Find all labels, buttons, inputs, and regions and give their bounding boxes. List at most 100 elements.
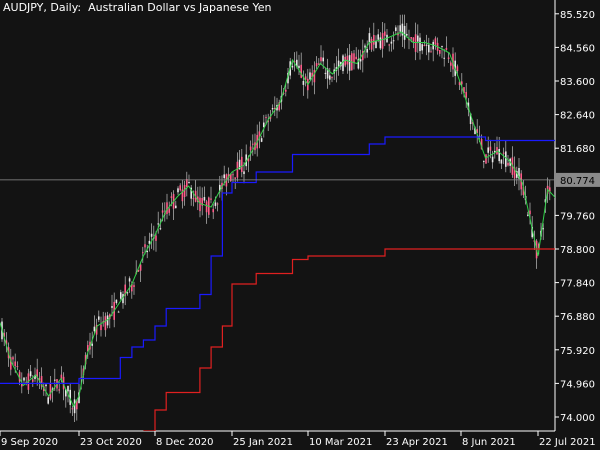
price-chart[interactable]: 85.520 84.560 83.600 82.640 81.680 79.760 78.8… xyxy=(0,0,600,450)
x-tick-label: 25 Jan 2021 xyxy=(233,437,293,448)
candle-body xyxy=(348,55,351,71)
y-tick-label: 75.920 xyxy=(560,346,595,357)
candle-body xyxy=(71,408,74,410)
candle-body xyxy=(260,138,263,142)
candle-body xyxy=(216,203,219,205)
candle-body xyxy=(324,72,327,74)
candle-body xyxy=(419,37,421,52)
candle-body xyxy=(285,89,287,92)
candle-body xyxy=(67,385,69,392)
candle-body xyxy=(392,40,395,42)
candle-body xyxy=(423,45,426,47)
candle-body xyxy=(54,379,56,381)
candle-body xyxy=(447,57,450,59)
candle-body xyxy=(128,278,131,282)
candle-body xyxy=(210,198,212,200)
candle-body xyxy=(465,91,467,98)
x-tick-label: 8 Jun 2021 xyxy=(462,437,516,448)
chart-title: AUDJPY, Daily: Australian Dollar vs Japa… xyxy=(3,1,272,14)
candle-body xyxy=(443,57,445,59)
candle-body xyxy=(498,149,500,162)
candle-body xyxy=(234,177,236,179)
candle-body xyxy=(23,377,25,381)
candle-body xyxy=(100,324,102,331)
candle-body xyxy=(199,197,201,212)
candle-body xyxy=(115,299,118,304)
candle-body xyxy=(104,316,107,331)
candle-body xyxy=(485,154,487,164)
candle-body xyxy=(155,235,157,241)
chart-window[interactable]: 85.520 84.560 83.600 82.640 81.680 79.760 78.8… xyxy=(0,0,600,450)
y-tick-label: 77.840 xyxy=(560,279,595,290)
candle-body xyxy=(456,66,459,72)
candle-body xyxy=(32,379,34,382)
candle-body xyxy=(505,151,507,167)
y-tick-label: 79.760 xyxy=(560,211,595,222)
candle-body xyxy=(417,35,419,42)
candle-body xyxy=(49,383,52,399)
candle-body xyxy=(379,37,382,49)
candle-body xyxy=(373,34,375,45)
candle-body xyxy=(381,33,384,49)
candle-body xyxy=(412,37,415,42)
candle-body xyxy=(16,365,19,367)
candle-body xyxy=(142,252,144,254)
candle-body xyxy=(157,223,159,225)
candle-body xyxy=(487,147,489,153)
candle-body xyxy=(430,51,432,53)
candle-body xyxy=(179,185,181,191)
candle-body xyxy=(188,181,190,183)
y-tick-label: 81.680 xyxy=(560,144,595,155)
candle-body xyxy=(527,214,529,216)
candle-body xyxy=(203,197,206,201)
current-price-label: 80.774 xyxy=(560,176,595,187)
x-tick-label: 23 Apr 2021 xyxy=(386,437,448,448)
candle-body xyxy=(150,233,153,237)
candle-body xyxy=(111,306,113,308)
candle-body xyxy=(390,41,393,44)
candle-body xyxy=(410,37,412,39)
candle-body xyxy=(331,77,333,79)
candle-body xyxy=(366,49,368,53)
y-tick-label: 82.640 xyxy=(560,111,595,122)
candle-body xyxy=(441,46,443,48)
candle-body xyxy=(14,361,16,367)
x-tick-label: 23 Oct 2020 xyxy=(80,437,142,448)
x-tick-label: 9 Sep 2020 xyxy=(1,437,58,448)
candle-body xyxy=(384,31,386,36)
x-tick-label: 10 Mar 2021 xyxy=(309,437,372,448)
candle-body xyxy=(425,44,428,46)
candle-body xyxy=(542,228,544,230)
candle-body xyxy=(414,34,417,52)
candle-body xyxy=(439,50,441,54)
candle-body xyxy=(300,64,302,78)
candle-body xyxy=(212,208,214,213)
candle-body xyxy=(353,53,355,64)
candle-body xyxy=(175,205,177,209)
candle-body xyxy=(265,117,267,119)
candle-body xyxy=(271,108,274,110)
candle-body xyxy=(170,196,173,198)
candle-body xyxy=(249,146,252,151)
candle-body xyxy=(232,174,234,176)
candle-body xyxy=(450,62,452,66)
candle-body xyxy=(205,201,208,213)
candle-body xyxy=(368,33,371,44)
candle-body xyxy=(428,44,430,53)
candle-body xyxy=(168,208,170,213)
candle-body xyxy=(489,146,492,151)
candle-body xyxy=(500,159,503,164)
candle-body xyxy=(133,285,135,287)
candle-body xyxy=(47,397,49,404)
y-tick-label: 84.560 xyxy=(560,43,595,54)
candle-body xyxy=(192,198,195,200)
candle-body xyxy=(395,27,397,31)
candle-body xyxy=(355,56,357,60)
candle-body xyxy=(45,384,47,387)
candle-body xyxy=(421,44,423,51)
candle-body xyxy=(329,75,331,80)
x-tick-label: 22 Jul 2021 xyxy=(539,437,596,448)
y-tick-label: 78.800 xyxy=(560,245,595,256)
candle-body xyxy=(252,143,254,145)
candle-body xyxy=(322,57,324,62)
